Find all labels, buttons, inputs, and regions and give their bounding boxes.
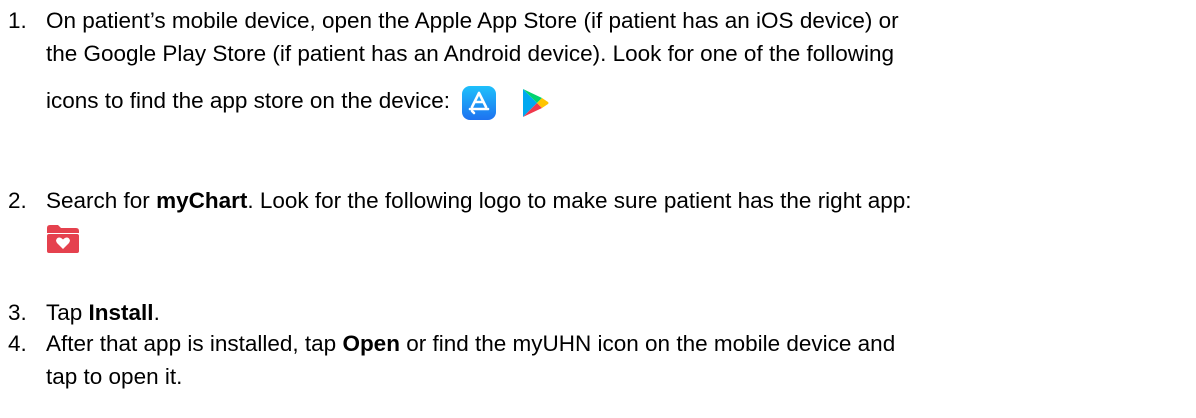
step-3: 3. Tap Install. [8,296,1188,329]
step-1-line-3: icons to find the app store on the devic… [46,84,1188,120]
mychart-logo-wrap [46,221,1188,254]
step-text: After that app is installed, tap Open or… [46,327,1188,393]
step-number: 4. [8,331,27,356]
step-3-bold: Install [88,300,154,325]
step-number: 2. [8,188,27,213]
step-4-after: or find the myUHN icon on the mobile dev… [399,331,896,356]
step-1-line-3-text: icons to find the app store on the devic… [46,88,451,113]
step-text: Tap Install. [46,296,1188,329]
step-2: 2. Search for myChart. Look for the foll… [8,184,1188,254]
step-2-bold: myChart [156,188,248,213]
mychart-folder-heart-icon [47,225,79,254]
app-store-icon [462,85,497,120]
step-2-before: Search for [46,188,157,213]
step-number: 1. [8,8,27,33]
step-number: 3. [8,300,27,325]
app-store-icons [462,85,550,120]
step-1-line-1: On patient’s mobile device, open the App… [46,8,899,33]
step-4-before: After that app is installed, tap [46,331,343,356]
step-4-bold: Open [342,331,400,356]
step-3-before: Tap [46,300,89,325]
step-text: Search for myChart. Look for the followi… [46,184,1188,254]
step-4-line-2: tap to open it. [46,364,183,389]
step-2-after: . Look for the following logo to make su… [247,188,912,213]
step-1-line-2: the Google Play Store (if patient has an… [46,41,895,66]
google-play-icon [522,88,549,117]
step-3-after: . [153,300,160,325]
step-4: 4. After that app is installed, tap Open… [8,327,1188,393]
step-1: 1. On patient’s mobile device, open the … [8,4,1188,120]
step-text: On patient’s mobile device, open the App… [46,4,1188,120]
